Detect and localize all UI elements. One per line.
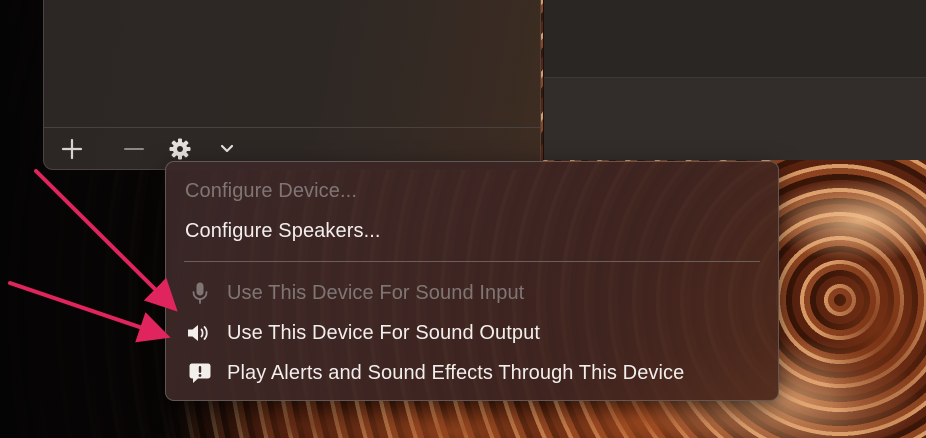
add-device-button[interactable] bbox=[58, 136, 86, 162]
toolbar-divider bbox=[44, 127, 540, 128]
menu-item-label: Configure Speakers... bbox=[185, 219, 381, 242]
menu-item-alerts[interactable]: Play Alerts and Sound Effects Through Th… bbox=[166, 356, 778, 390]
menu-item-sound-input[interactable]: Use This Device For Sound Input bbox=[166, 276, 778, 310]
detail-pane bbox=[544, 77, 926, 160]
remove-device-button[interactable] bbox=[120, 136, 148, 162]
settings-button[interactable] bbox=[166, 136, 194, 162]
minus-icon bbox=[124, 148, 144, 150]
chevron-down-icon bbox=[220, 144, 234, 153]
settings-dropdown-button[interactable] bbox=[216, 136, 238, 162]
menu-item-sound-output[interactable]: Use This Device For Sound Output bbox=[166, 316, 778, 350]
settings-menu: Configure Device... Configure Speakers..… bbox=[165, 161, 779, 401]
menu-item-label: Play Alerts and Sound Effects Through Th… bbox=[227, 361, 685, 384]
menu-item-configure-device[interactable]: Configure Device... bbox=[166, 174, 778, 208]
microphone-icon bbox=[186, 279, 214, 307]
menu-item-label: Configure Device... bbox=[185, 179, 357, 202]
device-list-panel bbox=[43, 0, 541, 170]
menu-item-label: Use This Device For Sound Output bbox=[227, 321, 540, 344]
plus-icon bbox=[61, 138, 83, 160]
menu-item-label: Use This Device For Sound Input bbox=[227, 281, 525, 304]
menu-item-configure-speakers[interactable]: Configure Speakers... bbox=[166, 214, 778, 248]
menu-separator bbox=[184, 261, 760, 262]
alert-bubble-icon bbox=[186, 359, 214, 387]
gear-icon bbox=[169, 138, 191, 160]
speaker-icon bbox=[186, 319, 214, 347]
device-detail-panel bbox=[543, 0, 926, 160]
